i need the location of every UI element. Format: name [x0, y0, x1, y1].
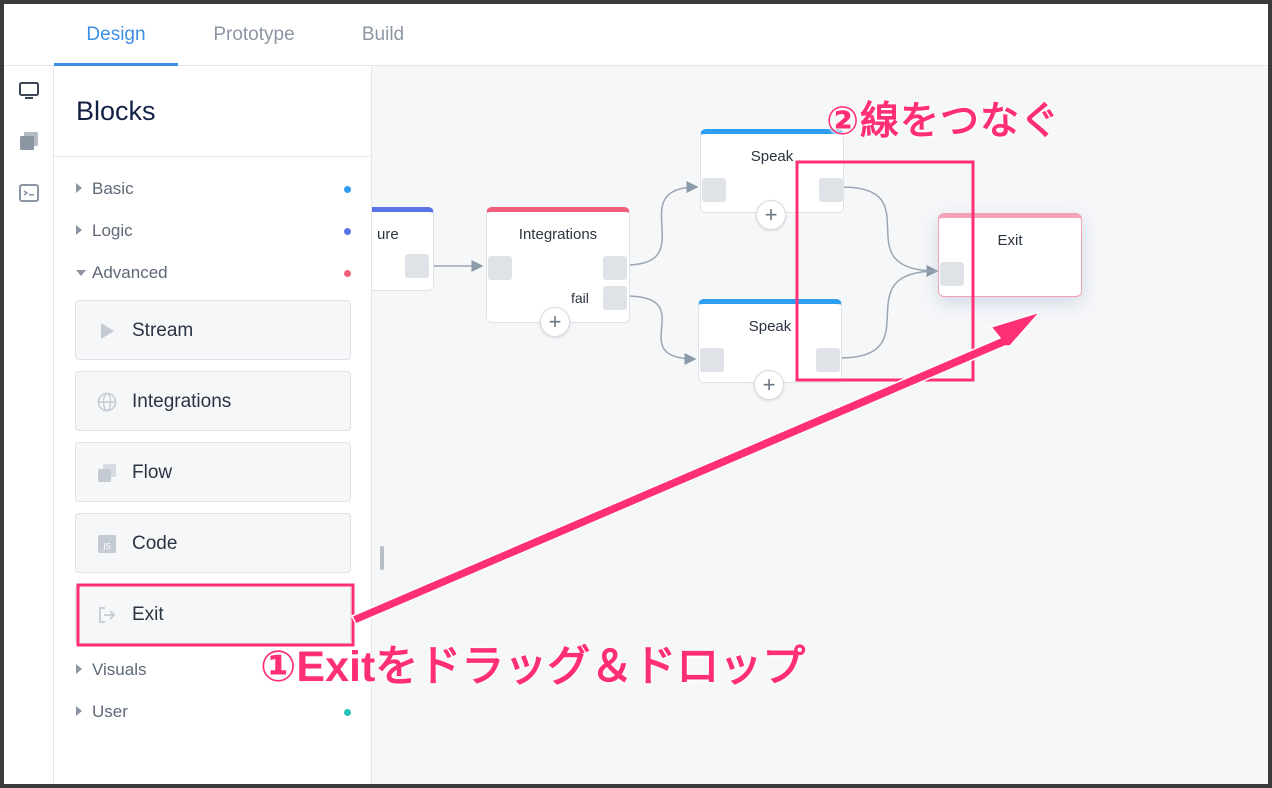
node-title: Integrations [518, 226, 598, 243]
block-item-label: Exit [132, 604, 164, 625]
node-fail-port[interactable] [603, 286, 627, 310]
node-input-port[interactable] [700, 348, 724, 372]
node-capture[interactable]: ure [372, 207, 434, 291]
annotation-step1: ①Exitをドラッグ＆ドロップ [260, 643, 806, 691]
node-output-port[interactable] [816, 348, 840, 372]
panel-title: Blocks [76, 96, 156, 126]
status-dot [344, 709, 351, 716]
add-step-button[interactable]: + [540, 307, 570, 337]
block-item-code[interactable]: JS Code [75, 513, 351, 573]
section-logic[interactable]: Logic [76, 219, 351, 245]
block-item-flow[interactable]: Flow [75, 442, 351, 502]
connection-line [625, 295, 697, 365]
section-user[interactable]: User [76, 700, 351, 726]
display-icon[interactable] [18, 80, 40, 102]
js-icon: JS [98, 535, 116, 553]
terminal-icon[interactable] [18, 182, 40, 204]
caret-right-icon [76, 664, 82, 674]
caret-right-icon [76, 225, 82, 235]
play-icon [101, 323, 114, 339]
tab-prototype[interactable]: Prototype [194, 4, 314, 66]
block-item-label: Code [132, 533, 178, 554]
app-window: Design Prototype Build Blocks Basic Logi… [4, 4, 1268, 784]
section-label: User [92, 702, 128, 721]
block-item-label: Flow [132, 462, 173, 483]
tab-build[interactable]: Build [338, 4, 428, 66]
connection-line [839, 270, 938, 359]
fail-label: fail [571, 290, 589, 306]
section-label: Basic [92, 179, 134, 198]
tab-design[interactable]: Design [54, 4, 178, 66]
status-dot [344, 228, 351, 235]
annotation-step2: ②線をつなぐ [826, 100, 1061, 143]
node-integrations[interactable]: Integrations fail [486, 207, 630, 323]
node-output-port[interactable] [405, 254, 429, 278]
top-tab-bar: Design Prototype Build [4, 4, 1268, 66]
caret-right-icon [76, 183, 82, 193]
block-item-label: Stream [132, 320, 194, 341]
add-step-button[interactable]: + [754, 370, 784, 400]
node-output-port[interactable] [819, 178, 843, 202]
left-icon-rail [4, 66, 54, 784]
node-title: Speak [748, 318, 792, 335]
add-step-button[interactable]: + [756, 200, 786, 230]
connection-line [625, 181, 699, 266]
node-input-port[interactable] [488, 256, 512, 280]
section-label: Visuals [92, 660, 147, 679]
section-advanced[interactable]: Advanced [76, 261, 351, 287]
node-title: Exit [997, 232, 1023, 249]
block-item-label: Integrations [132, 391, 232, 412]
status-dot [344, 270, 351, 277]
node-output-port[interactable] [603, 256, 627, 280]
section-label: Logic [92, 221, 133, 240]
exit-icon [99, 607, 116, 623]
svg-text:JS: JS [102, 542, 110, 551]
caret-down-icon [76, 270, 86, 276]
layers-icon [98, 464, 116, 482]
globe-icon [97, 392, 117, 412]
caret-right-icon [76, 706, 82, 716]
section-label: Advanced [92, 263, 168, 282]
node-title: Speak [750, 148, 794, 165]
node-input-port[interactable] [940, 262, 964, 286]
connection-line [841, 186, 939, 277]
node-input-port[interactable] [702, 178, 726, 202]
layers-icon[interactable] [18, 130, 40, 152]
node-title: ure [377, 226, 399, 243]
node-exit[interactable]: Exit [938, 213, 1082, 297]
section-basic[interactable]: Basic [76, 177, 351, 203]
status-dot [344, 186, 351, 193]
block-item-integrations[interactable]: Integrations [75, 371, 351, 431]
divider [54, 156, 372, 157]
block-item-stream[interactable]: Stream [75, 300, 351, 360]
